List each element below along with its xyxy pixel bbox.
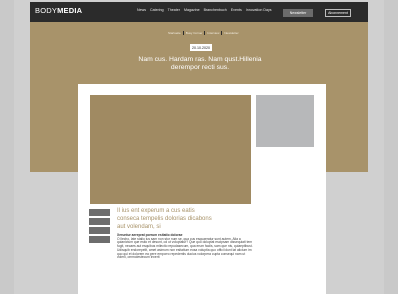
article-paragraph: O llecho, late stalio ius sam non stur n…: [117, 236, 253, 260]
newsletter-button[interactable]: Newsletter: [283, 9, 313, 17]
nav-item-catering[interactable]: Catering: [150, 8, 164, 12]
breadcrumb-separator: [182, 31, 184, 35]
subscribe-button[interactable]: Abonnement: [325, 9, 351, 17]
ad-placeholder: [256, 95, 314, 147]
breadcrumb: Startseite Busy Corner Interview Newslet…: [168, 31, 239, 35]
nav-item-innovation-days[interactable]: Innovation Days: [246, 8, 272, 12]
article-title: Nam cus. Hardam ras. Nam qust.Hillenia d…: [138, 56, 262, 71]
article-body: Xeruntur aereprat porrum esitatio dolora…: [117, 233, 254, 260]
share-buttons: [89, 209, 110, 243]
breadcrumb-item[interactable]: Startseite: [168, 31, 181, 35]
site-logo[interactable]: BODYMEDIA: [35, 6, 82, 15]
breadcrumb-separator: [204, 31, 206, 35]
share-button[interactable]: [89, 218, 110, 225]
date-badge: 20.10.2020: [190, 44, 212, 51]
main-nav: News Catering Theater Magazine Branchenb…: [137, 8, 272, 12]
nav-item-branchenbuch[interactable]: Branchenbuch: [204, 8, 227, 12]
nav-item-theater[interactable]: Theater: [168, 8, 180, 12]
breadcrumb-item[interactable]: Busy Corner: [186, 31, 203, 35]
breadcrumb-item[interactable]: Newsletter: [224, 31, 238, 35]
share-button[interactable]: [89, 227, 110, 234]
share-button[interactable]: [89, 236, 110, 243]
share-button[interactable]: [89, 209, 110, 216]
nav-item-magazine[interactable]: Magazine: [184, 8, 200, 12]
breadcrumb-item[interactable]: Interview: [207, 31, 219, 35]
page-margin-left: [0, 0, 14, 294]
breadcrumb-separator: [221, 31, 223, 35]
article-image: [90, 95, 251, 204]
article-lead: Il ius ent experum a cus eatis conseca t…: [117, 208, 212, 230]
page-margin-right: [384, 0, 398, 294]
nav-item-events[interactable]: Events: [231, 8, 242, 12]
nav-item-news[interactable]: News: [137, 8, 146, 12]
